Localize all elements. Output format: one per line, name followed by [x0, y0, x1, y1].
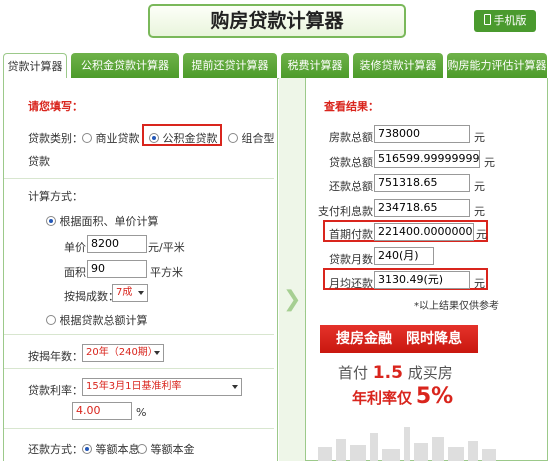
chevron-down-icon	[154, 351, 160, 355]
promo-banner[interactable]: 搜房金融 限时降息	[320, 325, 478, 353]
promo-line-2[interactable]: 年利率仅 5%	[352, 384, 453, 409]
result-down-payment: 221400.00000000006	[374, 223, 474, 241]
loan-type-label: 贷款类别：	[28, 132, 83, 145]
divider-line	[4, 334, 274, 335]
radio-icon[interactable]	[46, 315, 56, 325]
method-by-area-label: 根据面积、单价计算	[59, 215, 159, 228]
tab-prepayment[interactable]: 提前还贷计算器	[183, 53, 277, 79]
tab-tax[interactable]: 税费计算器	[281, 53, 349, 79]
tab-renovation[interactable]: 装修贷款计算器	[353, 53, 443, 79]
result-unit: 元	[474, 131, 485, 144]
area-unit: 平方米	[150, 266, 183, 279]
result-months: 240(月)	[374, 247, 434, 265]
tab-loan-calculator[interactable]: 贷款计算器	[3, 53, 67, 79]
promo-text: 年利率仅	[352, 389, 413, 407]
result-repay-total: 751318.65	[374, 174, 470, 192]
divider-line	[4, 368, 274, 369]
rate-select-value: 15年3月1日基准利率	[86, 381, 182, 392]
years-label: 按揭年数：	[28, 350, 83, 363]
radio-icon[interactable]	[137, 444, 147, 454]
tab-affordability[interactable]: 购房能力评估计算器	[447, 53, 547, 79]
divider-line	[4, 428, 274, 429]
years-value: 20年（240期）	[86, 347, 158, 358]
loan-type-combined-label: 组合型	[241, 132, 275, 145]
divider-line	[4, 178, 274, 179]
rate-unit: %	[136, 406, 147, 419]
result-loan-total: 516599.9999999994	[374, 150, 480, 168]
result-monthly-payment: 3130.49(元)	[374, 271, 470, 289]
radio-selected-icon[interactable]	[46, 216, 56, 226]
promo-text: 成买房	[407, 364, 453, 382]
rate-input[interactable]: 4.00	[72, 402, 132, 420]
area-input[interactable]: 90	[87, 260, 147, 278]
page-title: 购房贷款计算器	[148, 4, 406, 38]
result-unit: 元	[476, 228, 487, 241]
chevron-down-icon	[138, 291, 144, 295]
rate-label: 贷款利率：	[28, 384, 83, 397]
method-by-total[interactable]: 根据贷款总额计算	[46, 312, 148, 328]
promo-number: 1.5	[372, 363, 403, 383]
promo-text: 首付	[338, 364, 369, 382]
method-by-area[interactable]: 根据面积、单价计算	[46, 213, 159, 229]
mobile-version-label: 手机版	[493, 14, 527, 27]
loan-type-commercial-label: 商业贷款	[95, 132, 140, 145]
calculator-tabs: 贷款计算器 公积金贷款计算器 提前还贷计算器 税费计算器 装修贷款计算器 购房能…	[3, 53, 547, 79]
result-interest-total: 234718.65	[374, 199, 470, 217]
repay-equal-installment-label: 等额本息	[95, 443, 140, 456]
repay-equal-installment[interactable]: 等额本息	[82, 441, 140, 457]
years-select[interactable]: 20年（240期）	[82, 344, 164, 362]
radio-icon[interactable]	[82, 133, 92, 143]
result-note: *以上结果仅供参考	[414, 301, 499, 312]
chevron-down-icon	[232, 385, 238, 389]
result-unit: 元	[474, 277, 485, 290]
repay-equal-principal[interactable]: 等额本金	[137, 441, 195, 457]
city-skyline-illustration	[318, 425, 498, 461]
phone-icon	[483, 14, 491, 25]
loan-type-suffix: 贷款	[28, 155, 50, 168]
mortgage-ratio-label: 按揭成数：	[64, 290, 119, 303]
result-unit: 元	[474, 180, 485, 193]
repay-label: 还款方式：	[28, 443, 83, 456]
result-house-total: 738000	[374, 125, 470, 143]
repay-equal-principal-label: 等额本金	[150, 443, 195, 456]
loan-type-commercial[interactable]: 商业贷款	[82, 130, 140, 146]
rate-select[interactable]: 15年3月1日基准利率	[82, 378, 242, 396]
result-unit: 元	[484, 156, 495, 169]
tab-provident-fund[interactable]: 公积金贷款计算器	[71, 53, 179, 79]
mortgage-ratio-select[interactable]: 7成	[112, 284, 148, 302]
highlight-box	[142, 124, 222, 146]
loan-type-combined[interactable]: 组合型	[228, 130, 275, 146]
mobile-version-button[interactable]: 手机版	[474, 10, 536, 32]
result-heading: 查看结果：	[324, 100, 379, 113]
unit-price-unit: 元/平米	[148, 241, 185, 254]
method-by-total-label: 根据贷款总额计算	[59, 314, 148, 327]
input-heading: 请您填写：	[28, 100, 83, 113]
result-unit: 元	[474, 205, 485, 218]
radio-icon[interactable]	[228, 133, 238, 143]
promo-line-1[interactable]: 首付 1.5 成买房	[338, 362, 453, 383]
radio-selected-icon[interactable]	[82, 444, 92, 454]
panel-divider	[279, 78, 305, 461]
calc-method-label: 计算方式：	[28, 190, 83, 203]
promo-number: 5%	[415, 384, 454, 409]
unit-price-input[interactable]: 8200	[87, 235, 147, 253]
mortgage-ratio-value: 7成	[116, 287, 133, 298]
